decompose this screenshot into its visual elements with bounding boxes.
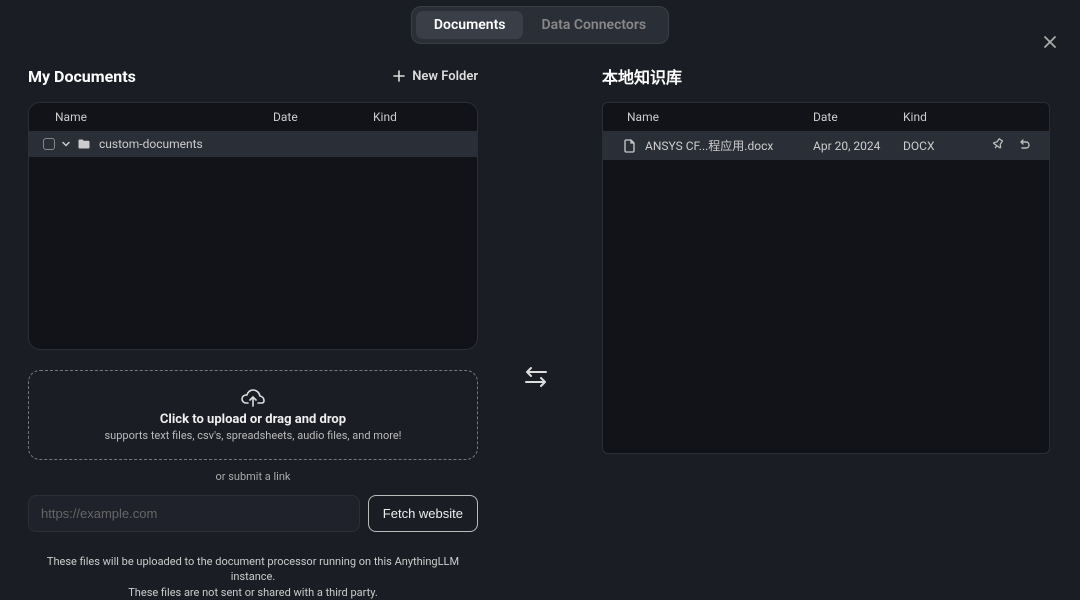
my-documents-panel: My Documents New Folder Name Date Kind [28,62,478,600]
tabs: Documents Data Connectors [411,6,669,44]
upload-sub-text: supports text files, csv's, spreadsheets… [104,429,401,442]
remove-button[interactable] [1017,137,1031,154]
tab-documents[interactable]: Documents [416,11,524,39]
or-submit-link-label: or submit a link [28,470,478,483]
list-item[interactable]: custom-documents [29,131,477,157]
undo-icon [1017,137,1031,151]
item-name: ANSYS CF...程应用.docx [637,137,813,154]
chevron-down-icon[interactable] [61,139,71,149]
left-list-header: Name Date Kind [29,103,477,131]
new-folder-button[interactable]: New Folder [392,69,478,84]
fetch-website-button[interactable]: Fetch website [368,495,478,532]
checkbox[interactable] [43,138,55,150]
transfer-arrows[interactable] [522,364,550,394]
col-date: Date [273,110,373,124]
item-date: Apr 20, 2024 [813,139,903,153]
footer-note: These files will be uploaded to the docu… [28,554,478,600]
item-name: custom-documents [91,137,273,151]
pin-button[interactable] [991,137,1005,154]
new-folder-label: New Folder [412,69,478,84]
folder-icon [77,137,91,151]
my-documents-title: My Documents [28,67,136,86]
col-date: Date [813,110,903,124]
col-kind: Kind [903,110,973,124]
col-name: Name [617,110,813,124]
file-icon [623,139,637,153]
upload-dropzone[interactable]: Click to upload or drag and drop support… [28,370,478,460]
plus-icon [392,69,406,83]
knowledge-base-title: 本地知识库 [602,64,682,88]
upload-main-text: Click to upload or drag and drop [160,412,346,427]
item-kind: DOCX [903,139,973,153]
tab-data-connectors[interactable]: Data Connectors [523,11,664,39]
col-kind: Kind [373,110,463,124]
pin-icon [991,137,1005,151]
url-input[interactable] [28,495,360,532]
col-name: Name [43,110,273,124]
right-list-header: Name Date Kind [603,103,1049,131]
upload-cloud-icon [240,388,266,410]
knowledge-base-panel: 本地知识库 Name Date Kind ANSYS CF...程应用.docx… [602,62,1050,600]
list-item[interactable]: ANSYS CF...程应用.docx Apr 20, 2024 DOCX [603,131,1049,160]
